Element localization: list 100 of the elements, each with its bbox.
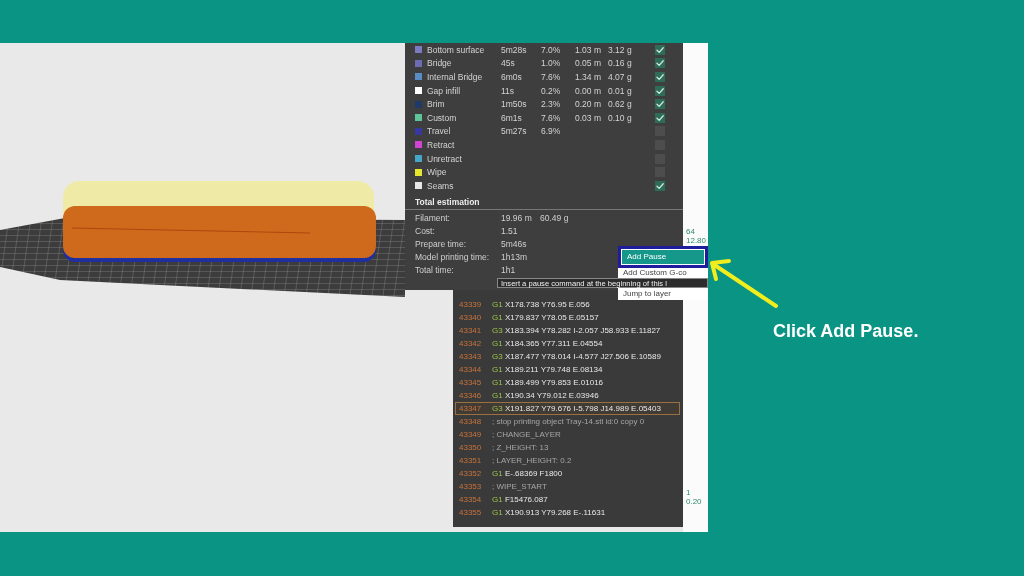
feature-name: Wipe [427, 167, 447, 178]
gcode-comment: ; WIPE_START [492, 482, 547, 491]
gcode-comment: ; Z_HEIGHT: 13 [492, 443, 549, 452]
section-title: Total estimation [414, 195, 481, 209]
gcode-text: G1 X179.837 Y78.05 E.05157 [492, 313, 599, 322]
percent-value: 1.0% [541, 58, 561, 69]
stat-label: Cost: [415, 226, 435, 237]
time-value: 6m1s [501, 112, 522, 123]
gcode-line[interactable]: 43354 G1 F15476.087 [455, 493, 680, 506]
feature-name: Internal Bridge [427, 72, 483, 82]
layer-number: 1 [686, 488, 691, 497]
stat-label: Filament: [415, 213, 450, 224]
gcode-line[interactable]: 43352 G1 E-.68369 F1800 [455, 467, 680, 480]
gcode-line[interactable]: 43350 ; Z_HEIGHT: 13 [455, 441, 680, 454]
menu-item[interactable]: Jump to layer [618, 289, 708, 298]
feature-name: Gap infill [427, 85, 461, 96]
percent-value: 6.9% [541, 126, 561, 137]
gcode-comment: ; CHANGE_LAYER [492, 430, 561, 439]
weight-value: 4.07 g [608, 72, 632, 82]
line-number: 43355 [459, 508, 482, 517]
line-number: 43344 [459, 365, 482, 374]
gcode-comment: ; stop printing object Tray-14.stl id:0 copy 0 [492, 417, 645, 426]
visibility-checkbox[interactable] [655, 58, 665, 69]
gcode-line[interactable]: 43353 ; WIPE_START [455, 480, 680, 493]
feature-name: Brim [427, 99, 445, 110]
length-value: 1.34 m [575, 72, 601, 82]
gcode-text: G3 X183.394 Y78.282 I-2.057 J58.933 E.11827 [492, 326, 661, 335]
visibility-checkbox[interactable] [655, 112, 665, 123]
gcode-line[interactable]: 43349 ; CHANGE_LAYER [455, 428, 680, 441]
gcode-text: G1 X189.499 Y79.853 E.01016 [492, 378, 604, 387]
gcode-line[interactable]: 43339 G1 X178.738 Y76.95 E.056 [455, 298, 680, 311]
visibility-checkbox[interactable] [655, 180, 665, 191]
gcode-line[interactable]: 43344 G1 X189.211 Y79.748 E.08134 [455, 363, 680, 376]
line-number: 43342 [459, 339, 482, 348]
line-number: 43353 [459, 482, 482, 491]
length-value: 1.03 m [575, 44, 601, 55]
gcode-line[interactable]: 43348 ; stop printing object Tray-14.stl id:0 copy 0 [455, 415, 680, 428]
gcode-line[interactable]: 43351 ; LAYER_HEIGHT: 0.2 [455, 454, 680, 467]
stat-label: Model printing time: [415, 252, 490, 263]
percent-value: 7.6% [541, 112, 561, 123]
gcode-line[interactable]: 43346 G1 X190.34 Y79.012 E.03946 [455, 389, 680, 402]
visibility-checkbox[interactable] [655, 99, 665, 110]
gcode-text: G1 E-.68369 F1800 [492, 469, 563, 478]
percent-value: 7.6% [541, 72, 561, 82]
gcode-text: G1 X189.211 Y79.748 E.08134 [492, 365, 603, 374]
menu-item[interactable]: Add Custom G-co [618, 268, 708, 277]
line-number: 43346 [459, 391, 482, 400]
line-number: 43347 [459, 404, 482, 413]
time-value: 45s [501, 58, 515, 69]
time-value: 11s [501, 85, 515, 96]
gcode-line[interactable]: 43342 G1 X184.365 Y77.311 E.04554 [455, 337, 680, 350]
line-number: 43348 [459, 417, 482, 426]
line-number: 43352 [459, 469, 482, 478]
weight-value: 0.10 g [608, 112, 632, 123]
feature-name: Travel [427, 126, 451, 137]
visibility-checkbox[interactable] [655, 44, 665, 55]
menu-item[interactable]: Add Pause [622, 250, 704, 264]
gcode-text: G1 X190.34 Y79.012 E.03946 [492, 391, 599, 400]
layer-height: 0.20 [686, 497, 702, 506]
feature-name: Seams [427, 180, 454, 191]
weight-value: 0.01 g [608, 85, 632, 96]
gcode-line[interactable]: 43343 G3 X187.477 Y78.014 I-4.577 J27.506 E.10589 [455, 350, 680, 363]
stat-value: 1.51 [501, 226, 518, 237]
gcode-text: G1 X190.913 Y79.268 E-.11631 [492, 508, 606, 517]
gcode-line[interactable]: 43340 G1 X179.837 Y78.05 E.05157 [455, 311, 680, 324]
line-number: 43345 [459, 378, 482, 387]
stat-label: Prepare time: [415, 239, 467, 250]
gcode-line[interactable]: 43345 G1 X189.499 Y79.853 E.01016 [455, 376, 680, 389]
weight-value: 0.16 g [608, 58, 632, 69]
gcode-line[interactable]: 43341 G3 X183.394 Y78.282 I-2.057 J58.933 E.11827 [455, 324, 680, 337]
line-number: 43340 [459, 313, 482, 322]
visibility-checkbox[interactable] [655, 85, 665, 96]
feature-name: Bottom surface [427, 44, 485, 55]
percent-value: 7.0% [541, 44, 561, 55]
feature-name: Retract [427, 139, 455, 150]
gcode-text: G1 X184.365 Y77.311 E.04554 [492, 339, 603, 348]
stat-value: 1h1 [501, 265, 516, 276]
line-number: 43341 [459, 326, 482, 335]
layer-number: 64 [686, 227, 695, 236]
pointer-arrow [710, 259, 778, 308]
line-number: 43351 [459, 456, 482, 465]
line-number: 43343 [459, 352, 482, 361]
time-value: 6m0s [501, 72, 522, 82]
gcode-text: G1 F15476.087 [492, 495, 548, 504]
line-number: 43349 [459, 430, 482, 439]
percent-value: 2.3% [541, 99, 561, 110]
gcode-text: G3 X187.477 Y78.014 I-4.577 J27.506 E.10589 [492, 352, 661, 361]
length-value: 0.05 m [575, 58, 601, 69]
gcode-comment: ; LAYER_HEIGHT: 0.2 [492, 456, 572, 465]
percent-value: 0.2% [541, 85, 561, 96]
line-number: 43350 [459, 443, 482, 452]
stat-value: 19.96 m [501, 213, 532, 224]
time-value: 5m28s [501, 44, 527, 55]
gcode-line[interactable]: 43355 G1 X190.913 Y79.268 E-.11631 [455, 506, 680, 519]
visibility-checkbox[interactable] [655, 72, 665, 82]
weight-value: 0.62 g [608, 99, 632, 110]
layer-height: 12.80 [686, 236, 707, 245]
gcode-text: G3 X191.827 Y79.676 I-5.798 J14.989 E.05403 [492, 404, 661, 413]
stat-label: Total time: [415, 265, 454, 276]
length-value: 0.03 m [575, 112, 601, 123]
